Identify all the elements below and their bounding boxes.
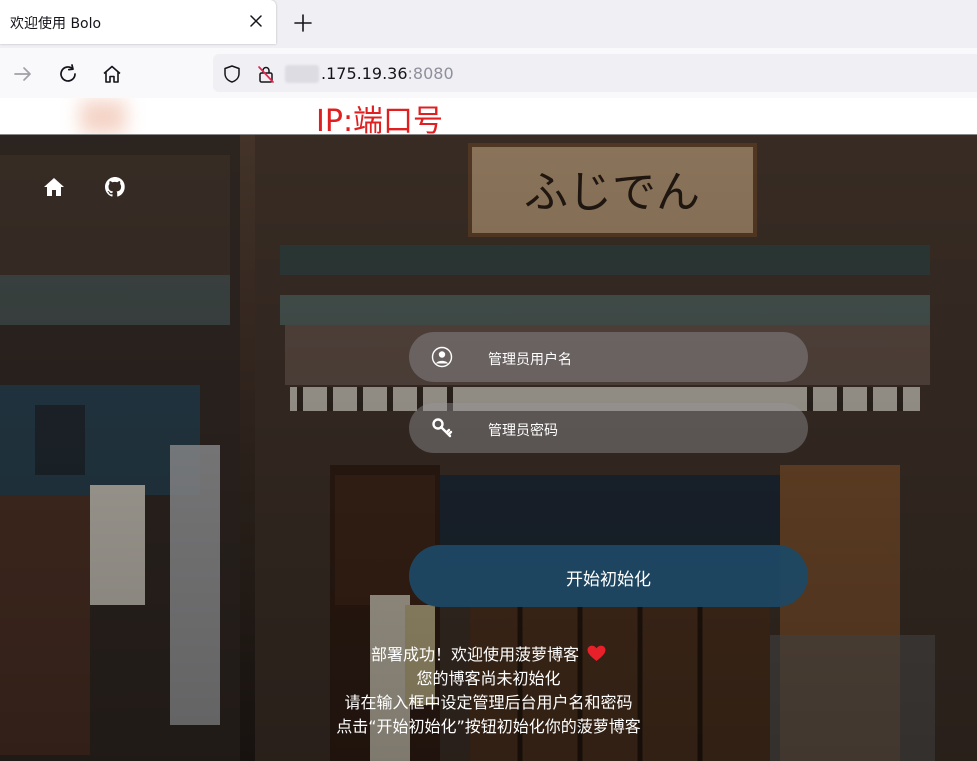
reload-icon[interactable] — [57, 63, 79, 85]
user-icon — [431, 346, 453, 368]
url-text[interactable]: .175.19.36:8080 — [321, 64, 454, 83]
browser-tab[interactable]: 欢迎使用 Bolo — [0, 0, 276, 44]
password-placeholder: 管理员密码 — [488, 423, 558, 439]
tab-title: 欢迎使用 Bolo — [10, 16, 102, 32]
shield-icon[interactable] — [222, 64, 242, 84]
message-line-1: 部署成功！欢迎使用菠萝博客 — [370, 645, 579, 664]
plus-icon[interactable] — [292, 12, 314, 34]
setup-page: ふじでん — [0, 135, 977, 761]
github-icon[interactable] — [103, 175, 127, 199]
browser-navbar: .175.19.36:8080 — [0, 48, 977, 98]
url-host: .175.19.36 — [321, 64, 408, 83]
insecure-lock-icon[interactable] — [256, 64, 276, 84]
home-icon[interactable] — [42, 175, 66, 199]
url-bar[interactable]: .175.19.36:8080 — [213, 54, 977, 92]
blurred-logo — [80, 100, 126, 134]
url-port: :8080 — [407, 64, 454, 83]
browser-tab-strip: 欢迎使用 Bolo — [0, 0, 977, 48]
redacted-ip-segment — [285, 65, 319, 83]
annotation-label: IP:端口号 — [316, 104, 444, 135]
start-init-button[interactable]: 开始初始化 — [409, 545, 808, 607]
message-line-2: 您的博客尚未初始化 — [416, 669, 561, 688]
heart-icon — [587, 645, 606, 662]
home-icon[interactable] — [101, 63, 123, 85]
username-placeholder: 管理员用户名 — [488, 352, 572, 368]
start-init-button-label: 开始初始化 — [566, 570, 651, 590]
password-field[interactable]: 管理员密码 — [409, 403, 808, 453]
message-line-4: 点击“开始初始化”按钮初始化你的菠萝博客 — [336, 717, 641, 736]
key-icon — [432, 418, 453, 438]
welcome-message: 部署成功！欢迎使用菠萝博客 您的博客尚未初始化 请在输入框中设定管理后台用户名和… — [0, 643, 977, 739]
forward-icon[interactable] — [12, 63, 34, 85]
annotation-strip: IP:端口号 — [0, 98, 977, 135]
username-field[interactable]: 管理员用户名 — [409, 332, 808, 382]
message-line-3: 请在输入框中设定管理后台用户名和密码 — [344, 693, 633, 712]
close-icon[interactable] — [246, 11, 266, 31]
